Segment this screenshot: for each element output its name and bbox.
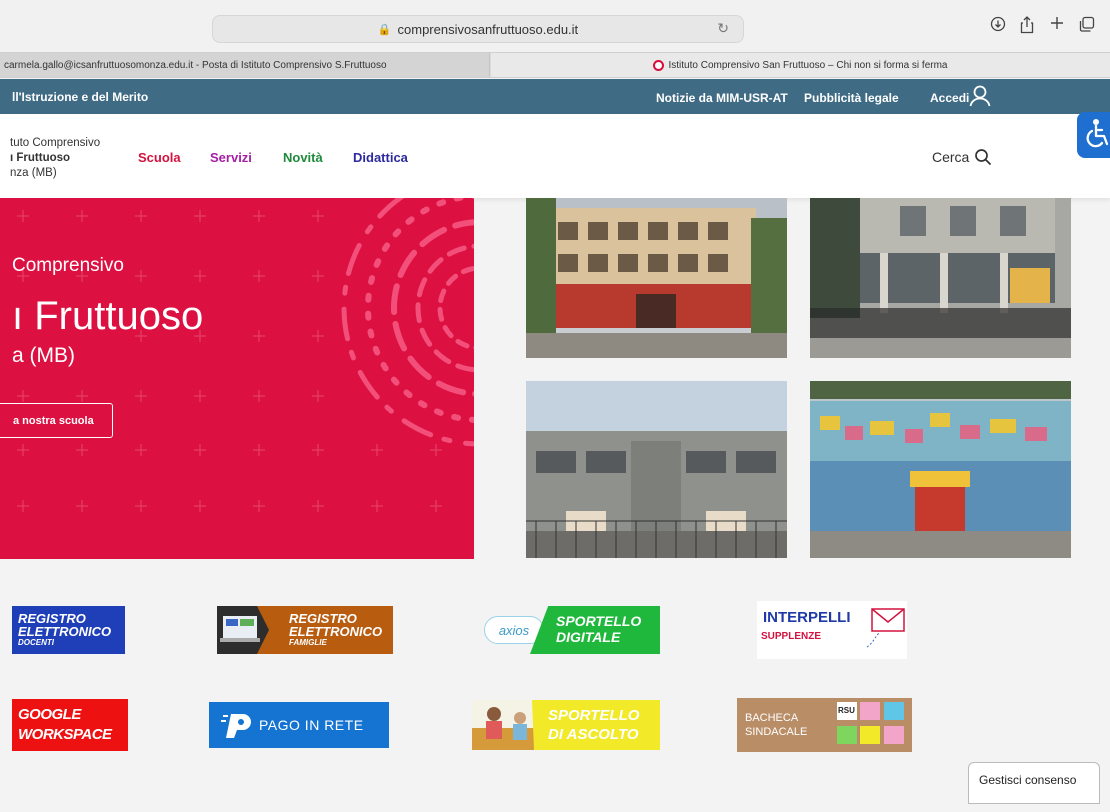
hero-kicker: Comprensivo bbox=[12, 255, 124, 276]
logo-line2: ı Fruttuoso bbox=[10, 152, 71, 164]
tab-istituto[interactable]: Istituto Comprensivo San Fruttuoso – Chi… bbox=[491, 53, 1110, 77]
bacheca-line1: BACHECA bbox=[745, 712, 799, 724]
favicon-icon bbox=[653, 59, 665, 71]
login-link[interactable]: Accedi bbox=[930, 91, 969, 105]
search-icon bbox=[975, 149, 992, 166]
address-bar[interactable]: 🔒 comprensivosanfruttuoso.edu.it ↻ bbox=[212, 15, 744, 43]
pubblicita-link[interactable]: Pubblicità legale bbox=[804, 91, 899, 105]
hero-pattern bbox=[17, 198, 474, 512]
tabs-overview-icon[interactable] bbox=[1076, 16, 1098, 37]
user-icon[interactable] bbox=[968, 84, 992, 108]
sportello-digitale-line1: SPORTELLO bbox=[556, 613, 642, 629]
accessibility-button[interactable] bbox=[1077, 112, 1110, 158]
accessibility-icon bbox=[1086, 119, 1109, 148]
logo-line3: nza (MB) bbox=[10, 167, 57, 179]
interpelli-line1: INTERPELLI bbox=[763, 609, 851, 626]
sportello-digitale-banner[interactable]: axios SPORTELLO DIGITALE bbox=[484, 606, 660, 654]
bacheca-sindacale-banner[interactable]: BACHECA SINDACALE RSU bbox=[737, 698, 912, 752]
google-line1: GOOGLE bbox=[18, 706, 81, 723]
google-line2: WORKSPACE bbox=[18, 726, 112, 743]
notizie-link[interactable]: Notizie da MIM-USR-AT bbox=[656, 91, 788, 105]
google-workspace-banner[interactable]: GOOGLE WORKSPACE bbox=[12, 699, 128, 751]
hero-title: ı Fruttuoso bbox=[12, 294, 204, 338]
axios-logo: axios bbox=[484, 616, 544, 644]
school-photo-3[interactable] bbox=[526, 381, 787, 558]
new-tab-icon[interactable] bbox=[1046, 16, 1068, 35]
pago-label: PAGO IN RETE bbox=[259, 717, 364, 733]
registro-famiglie-sub: FAMIGLIE bbox=[289, 638, 327, 647]
share-icon[interactable] bbox=[1016, 16, 1038, 39]
pago-logo-icon bbox=[221, 714, 251, 738]
school-photo-4[interactable] bbox=[810, 381, 1071, 558]
search-label: Cerca bbox=[932, 149, 970, 165]
manage-consent-button[interactable]: Gestisci consenso bbox=[968, 762, 1100, 804]
registro-famiglie-line2: ELETTRONICO bbox=[289, 624, 383, 639]
nav-novita[interactable]: Novità bbox=[283, 150, 323, 165]
ministry-link[interactable]: ll'Istruzione e del Merito bbox=[12, 90, 148, 104]
sportello-digitale-line2: DIGITALE bbox=[556, 629, 621, 645]
registro-famiglie-banner[interactable]: REGISTRO ELETTRONICO FAMIGLIE bbox=[217, 606, 393, 654]
site-logo[interactable]: tuto Comprensivo ı Fruttuoso nza (MB) bbox=[10, 136, 100, 181]
pago-in-rete-banner[interactable]: PAGO IN RETE bbox=[209, 702, 389, 748]
bacheca-line2: SINDACALE bbox=[745, 726, 808, 738]
registro-docenti-line2: ELETTRONICO bbox=[18, 624, 112, 639]
nav-servizi[interactable]: Servizi bbox=[210, 150, 252, 165]
search-button[interactable]: Cerca bbox=[932, 148, 992, 166]
ascolto-line1: SPORTELLO bbox=[548, 707, 640, 724]
hero-cta-button[interactable]: a nostra scuola bbox=[0, 403, 113, 438]
nav-scuola[interactable]: Scuola bbox=[138, 150, 181, 165]
hero-banner: Comprensivo ı Fruttuoso a (MB) a nostra … bbox=[0, 198, 474, 559]
tab-bar: carmela.gallo@icsanfruttuosomonza.edu.it… bbox=[0, 52, 1110, 78]
envelope-icon bbox=[866, 608, 905, 648]
lock-icon: 🔒 bbox=[377, 23, 392, 36]
ascolto-photo bbox=[472, 700, 552, 750]
logo-line1: tuto Comprensivo bbox=[10, 137, 101, 149]
registro-docenti-banner[interactable]: REGISTRO ELETTRONICO DOCENTI bbox=[12, 606, 125, 654]
interpelli-banner[interactable]: INTERPELLI SUPPLENZE bbox=[757, 601, 907, 659]
sportello-ascolto-banner[interactable]: SPORTELLO DI ASCOLTO bbox=[472, 700, 660, 750]
tab-posta[interactable]: carmela.gallo@icsanfruttuosomonza.edu.it… bbox=[0, 53, 490, 77]
ascolto-line2: DI ASCOLTO bbox=[548, 726, 639, 743]
site-header: tuto Comprensivo ı Fruttuoso nza (MB) Sc… bbox=[0, 114, 1110, 198]
hero-city: a (MB) bbox=[12, 344, 75, 367]
tab-istituto-label: Istituto Comprensivo San Fruttuoso – Chi… bbox=[668, 59, 948, 71]
tab-posta-label: carmela.gallo@icsanfruttuosomonza.edu.it… bbox=[4, 59, 387, 71]
url-text: comprensivosanfruttuoso.edu.it bbox=[397, 21, 579, 37]
reload-icon[interactable]: ↻ bbox=[717, 20, 729, 37]
browser-toolbar: 🔒 comprensivosanfruttuoso.edu.it ↻ bbox=[0, 0, 1110, 52]
interpelli-line2: SUPPLENZE bbox=[761, 631, 822, 642]
rsu-tag: RSU bbox=[838, 706, 855, 715]
laptop-icon bbox=[217, 606, 279, 654]
nav-didattica[interactable]: Didattica bbox=[353, 150, 408, 165]
site-top-bar: ll'Istruzione e del Merito Notizie da MI… bbox=[0, 79, 1110, 114]
consent-label: Gestisci consenso bbox=[979, 773, 1077, 787]
download-icon[interactable] bbox=[987, 16, 1009, 37]
registro-docenti-sub: DOCENTI bbox=[18, 638, 54, 647]
school-photo-2[interactable] bbox=[810, 198, 1071, 358]
school-photo-1[interactable] bbox=[526, 198, 787, 358]
